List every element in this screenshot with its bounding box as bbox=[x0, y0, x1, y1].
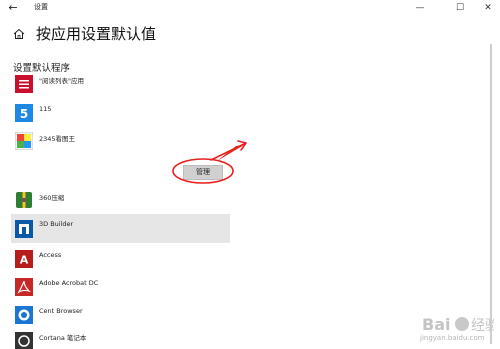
adobe-acrobat-icon bbox=[15, 278, 33, 296]
window-title: 设置 bbox=[34, 3, 48, 11]
title-bar: ← 设置 — ☐ ✕ bbox=[0, 0, 500, 16]
svg-text:A: A bbox=[20, 254, 29, 267]
115-icon: 5 bbox=[15, 104, 33, 122]
3d-builder-icon bbox=[15, 220, 33, 238]
app-label: Cent Browser bbox=[39, 307, 83, 315]
page-title: 按应用设置默认值 bbox=[36, 25, 157, 43]
svg-text:5: 5 bbox=[20, 107, 28, 121]
app-label: 360压缩 bbox=[39, 194, 65, 202]
minimize-button[interactable]: — bbox=[412, 1, 428, 15]
app-label: Access bbox=[39, 251, 62, 259]
app-label: 115 bbox=[39, 105, 52, 113]
back-button[interactable]: ← bbox=[6, 1, 20, 15]
svg-text:经验: 经验 bbox=[471, 318, 494, 334]
scrollbar[interactable] bbox=[490, 44, 492, 344]
app-item-360-zip[interactable]: 360压缩 bbox=[11, 187, 230, 211]
reading-list-icon bbox=[15, 75, 33, 93]
home-icon[interactable] bbox=[13, 28, 25, 40]
app-item-cent-browser[interactable]: Cent Browser bbox=[11, 302, 230, 326]
app-item-access[interactable]: A Access bbox=[11, 246, 230, 270]
app-item-adobe-acrobat[interactable]: Adobe Acrobat DC bbox=[11, 274, 230, 298]
2345-image-viewer-icon bbox=[15, 132, 33, 150]
watermark-text: jingyan.baidu.com bbox=[420, 334, 485, 342]
app-label: "阅读列表"应用 bbox=[39, 77, 84, 85]
app-item-115[interactable]: 5 115 bbox=[11, 100, 230, 124]
cortana-notebook-icon bbox=[15, 332, 33, 349]
app-item-3d-builder[interactable]: 3D Builder bbox=[11, 214, 230, 243]
app-label: Cortana 笔记本 bbox=[39, 334, 87, 342]
manage-button[interactable]: 管理 bbox=[183, 165, 223, 180]
access-icon: A bbox=[15, 250, 33, 268]
app-label: 2345看图王 bbox=[39, 135, 76, 143]
maximize-button[interactable]: ☐ bbox=[452, 1, 468, 15]
360-zip-icon bbox=[16, 192, 32, 208]
app-item-cortana-notebook[interactable]: Cortana 笔记本 bbox=[11, 329, 230, 349]
close-button[interactable]: ✕ bbox=[480, 1, 496, 15]
app-item-reading-list[interactable]: "阅读列表"应用 bbox=[11, 72, 230, 96]
app-label: 3D Builder bbox=[39, 220, 74, 228]
svg-text:Bai: Bai bbox=[422, 315, 450, 334]
cent-browser-icon bbox=[15, 306, 33, 324]
app-label: Adobe Acrobat DC bbox=[39, 279, 99, 287]
